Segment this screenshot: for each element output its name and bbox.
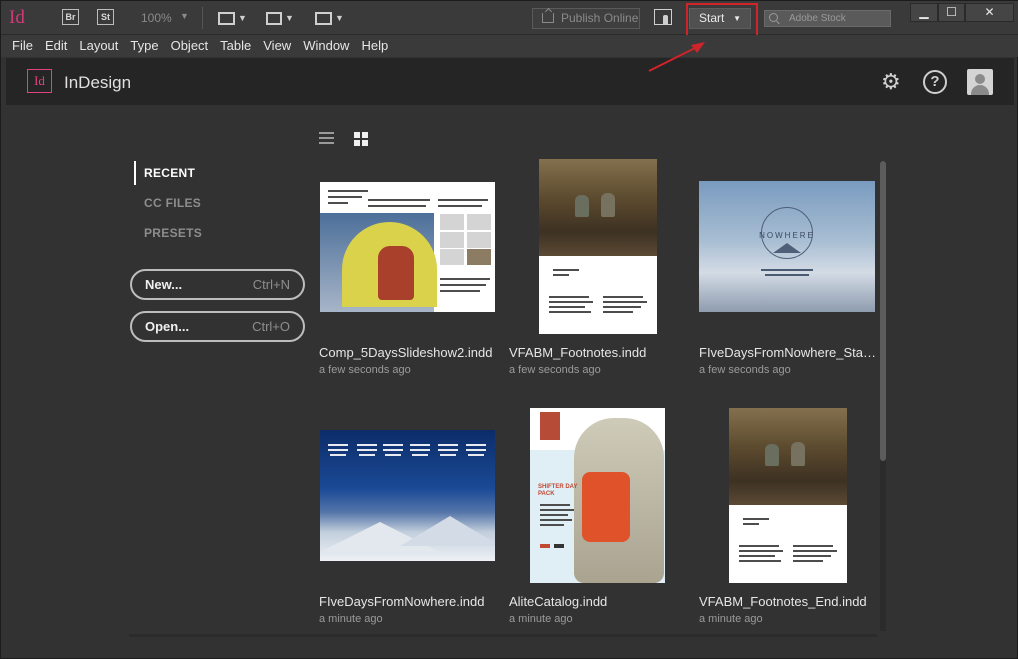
recent-file-card[interactable]: FIveDaysFromNowhere.indd a minute ago [319,430,497,630]
grid-view-icon[interactable] [354,132,368,146]
file-thumbnail: SHIFTER DAY PACK [530,408,665,583]
content-divider [129,634,877,637]
stock-button[interactable]: St [97,9,114,25]
app-title: InDesign [64,73,132,92]
file-modified-time: a few seconds ago [319,364,411,376]
nav-presets[interactable]: PRESETS [134,221,274,245]
file-name: VFABM_Footnotes.indd [509,345,647,360]
search-icon [769,13,778,22]
open-label: Open... [145,319,190,334]
minimize-button[interactable]: ▁ [910,3,938,22]
view-options-icon[interactable]: ▼ [218,10,247,26]
new-label: New... [145,277,183,292]
annotation-highlight [686,3,758,37]
chevron-down-icon[interactable]: ▼ [180,11,189,21]
recent-file-card[interactable]: Comp_5DaysSlideshow2.indd a few seconds … [319,181,497,381]
menu-table[interactable]: Table [220,35,251,57]
nav-cc-files[interactable]: CC FILES [134,191,274,215]
annotation-arrow [648,42,705,72]
file-modified-time: a few seconds ago [699,364,791,376]
menu-type[interactable]: Type [130,35,158,57]
thumbnail-title: NOWHERE [759,231,815,240]
menu-object[interactable]: Object [171,35,209,57]
publish-online-button[interactable]: Publish Online [532,8,640,29]
indesign-logo: Id [27,69,52,93]
toolbar-divider [202,7,203,29]
menu-help[interactable]: Help [361,35,388,57]
file-thumbnail [320,430,495,561]
menu-file[interactable]: File [12,35,33,57]
stock-search-placeholder: Adobe Stock [789,13,846,24]
file-thumbnail: NOWHERE [699,181,875,312]
close-button[interactable]: ✕ [965,3,1014,22]
file-thumbnail [729,408,847,583]
file-name: AliteCatalog.indd [509,594,608,609]
nav-recent[interactable]: RECENT [134,161,274,185]
application-bar: Id Br St 100% ▼ ▼ ▼ ▼ Publish Online Sta… [1,1,1018,37]
new-button[interactable]: New... Ctrl+N [130,269,305,300]
avatar[interactable] [967,69,993,95]
maximize-button[interactable]: ☐ [938,3,965,22]
bridge-button[interactable]: Br [62,9,79,25]
open-button[interactable]: Open... Ctrl+O [130,311,305,342]
upload-icon [542,13,554,23]
scrollbar-thumb[interactable] [880,161,886,461]
file-name: VFABM_Footnotes_End.indd [699,594,867,609]
thumbnail-product-title: SHIFTER DAY PACK [538,484,578,497]
menu-window[interactable]: Window [303,35,349,57]
list-view-icon[interactable] [319,132,334,145]
recent-file-card[interactable]: SHIFTER DAY PACK AliteCatalog.indd a min… [509,408,687,630]
menu-view[interactable]: View [263,35,291,57]
recent-file-card[interactable]: VFABM_Footnotes_End.indd a minute ago [699,408,877,630]
app-logo: Id [9,7,25,28]
menu-edit[interactable]: Edit [45,35,67,57]
file-name: FIveDaysFromNowhere.indd [319,594,485,609]
stock-search-input[interactable]: Adobe Stock [764,10,891,27]
zoom-level[interactable]: 100% [141,11,172,25]
recent-file-card[interactable]: NOWHERE FIveDaysFromNowhere_Stat... a fe… [699,181,877,381]
help-icon[interactable]: ? [923,70,947,94]
file-name: FIveDaysFromNowhere_Stat... [699,345,877,360]
gear-icon[interactable]: ⚙ [881,71,903,93]
indesign-window: Id Br St 100% ▼ ▼ ▼ ▼ Publish Online Sta… [0,0,1018,659]
file-modified-time: a minute ago [509,613,573,625]
open-shortcut: Ctrl+O [252,319,290,334]
publish-online-label: Publish Online [561,11,639,25]
start-screen-header: Id InDesign ⚙ ? [6,58,1014,105]
file-thumbnail [320,182,495,312]
touch-workspace-icon[interactable] [654,9,672,25]
file-name: Comp_5DaysSlideshow2.indd [319,345,493,360]
file-modified-time: a minute ago [319,613,383,625]
menu-bar: File Edit Layout Type Object Table View … [1,35,1018,57]
file-thumbnail [539,159,657,334]
menu-layout[interactable]: Layout [79,35,118,57]
recent-file-card[interactable]: VFABM_Footnotes.indd a few seconds ago [509,159,687,381]
arrange-documents-icon[interactable]: ▼ [315,10,344,26]
file-modified-time: a few seconds ago [509,364,601,376]
file-modified-time: a minute ago [699,613,763,625]
new-shortcut: Ctrl+N [252,277,290,292]
screen-mode-icon[interactable]: ▼ [266,10,294,26]
